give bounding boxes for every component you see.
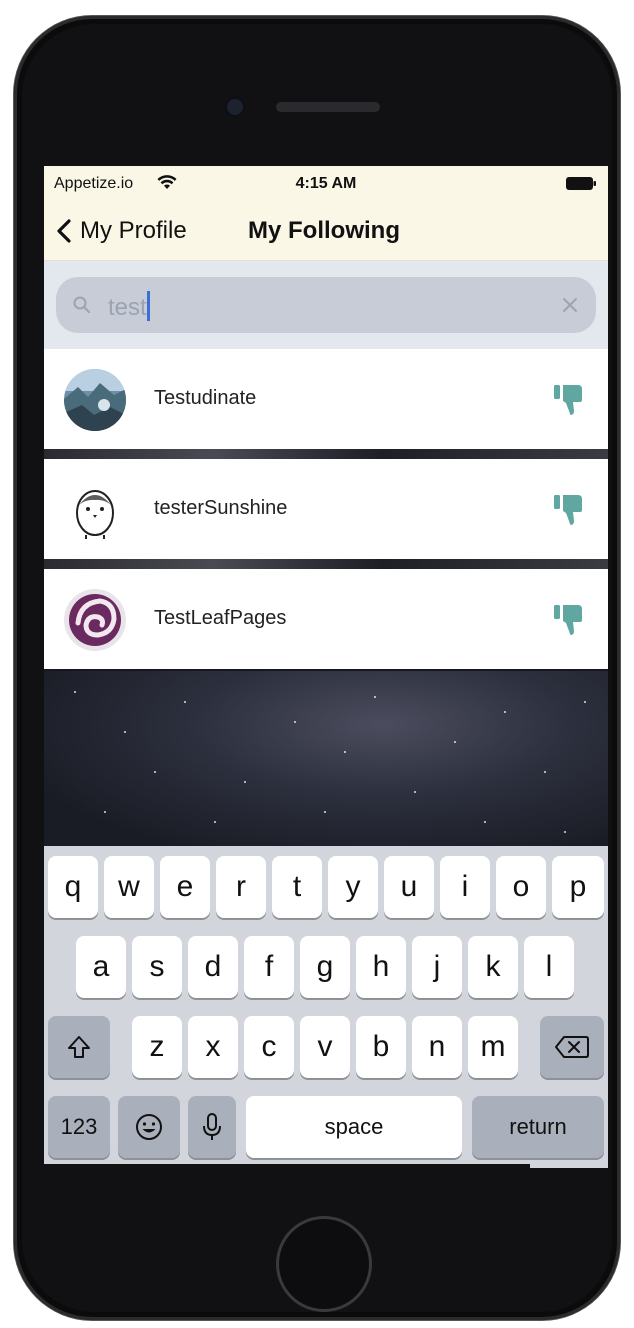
smiley-icon bbox=[136, 1114, 162, 1140]
star bbox=[414, 791, 416, 793]
backspace-key[interactable] bbox=[540, 1016, 604, 1078]
key-t[interactable]: t bbox=[272, 856, 322, 918]
key-r[interactable]: r bbox=[216, 856, 266, 918]
key-h[interactable]: h bbox=[356, 936, 406, 998]
row-divider bbox=[44, 449, 608, 459]
star bbox=[484, 821, 486, 823]
key-a[interactable]: a bbox=[76, 936, 126, 998]
search-query-text: test bbox=[108, 294, 147, 321]
key-j[interactable]: j bbox=[412, 936, 462, 998]
star bbox=[154, 771, 156, 773]
avatar bbox=[64, 369, 126, 431]
thumbs-down-icon[interactable] bbox=[552, 493, 586, 527]
key-d[interactable]: d bbox=[188, 936, 238, 998]
key-s[interactable]: s bbox=[132, 936, 182, 998]
star bbox=[214, 821, 216, 823]
page-title: My Following bbox=[248, 217, 400, 244]
clear-search-icon[interactable] bbox=[560, 295, 580, 315]
star bbox=[504, 711, 506, 713]
key-q[interactable]: q bbox=[48, 856, 98, 918]
star bbox=[344, 751, 346, 753]
battery-icon bbox=[566, 177, 596, 190]
back-button[interactable]: My Profile bbox=[56, 216, 187, 246]
key-f[interactable]: f bbox=[244, 936, 294, 998]
key-e[interactable]: e bbox=[160, 856, 210, 918]
search-input-value: test bbox=[108, 291, 150, 322]
search-input[interactable]: test bbox=[56, 277, 596, 333]
key-m[interactable]: m bbox=[468, 1016, 518, 1078]
star bbox=[124, 731, 126, 733]
key-u[interactable]: u bbox=[384, 856, 434, 918]
key-b[interactable]: b bbox=[356, 1016, 406, 1078]
delete-backward-icon bbox=[555, 1036, 589, 1058]
status-bar: Appetize.io 4:15 AM bbox=[44, 166, 608, 202]
star bbox=[74, 691, 76, 693]
numbers-key[interactable]: 123 bbox=[48, 1096, 110, 1158]
user-name: Testudinate bbox=[154, 387, 257, 409]
earpiece-speaker bbox=[276, 102, 380, 112]
front-camera bbox=[224, 96, 246, 118]
navigation-bar: My Profile My Following bbox=[44, 202, 608, 261]
key-y[interactable]: y bbox=[328, 856, 378, 918]
home-indicator-strip bbox=[44, 1164, 530, 1168]
status-time: 4:15 AM bbox=[295, 175, 357, 192]
space-key[interactable]: space bbox=[246, 1096, 462, 1158]
key-o[interactable]: o bbox=[496, 856, 546, 918]
list-item[interactable]: Testudinate bbox=[44, 349, 608, 449]
star bbox=[324, 811, 326, 813]
star bbox=[184, 701, 186, 703]
key-k[interactable]: k bbox=[468, 936, 518, 998]
star bbox=[104, 811, 106, 813]
star bbox=[294, 721, 296, 723]
key-n[interactable]: n bbox=[412, 1016, 462, 1078]
key-i[interactable]: i bbox=[440, 856, 490, 918]
on-screen-keyboard: q w e r t y u i o p a s d f g h j k l z … bbox=[44, 846, 608, 1168]
back-button-label: My Profile bbox=[80, 217, 187, 244]
search-bar: test bbox=[44, 261, 608, 349]
star bbox=[244, 781, 246, 783]
shift-key[interactable] bbox=[48, 1016, 110, 1078]
star bbox=[544, 771, 546, 773]
background-starfield bbox=[44, 671, 608, 851]
star bbox=[584, 701, 586, 703]
return-key[interactable]: return bbox=[472, 1096, 604, 1158]
home-button[interactable] bbox=[276, 1216, 372, 1312]
row-divider bbox=[44, 559, 608, 569]
star bbox=[374, 696, 376, 698]
user-name: testerSunshine bbox=[154, 497, 288, 519]
thumbs-down-icon[interactable] bbox=[552, 603, 586, 637]
text-cursor bbox=[146, 291, 150, 321]
star bbox=[564, 831, 566, 833]
key-p[interactable]: p bbox=[552, 856, 604, 918]
list-item[interactable]: TestLeafPages bbox=[44, 569, 608, 669]
dictation-key[interactable] bbox=[188, 1096, 236, 1158]
thumbs-down-icon[interactable] bbox=[552, 383, 586, 417]
microphone-icon bbox=[203, 1113, 221, 1140]
key-c[interactable]: c bbox=[244, 1016, 294, 1078]
avatar bbox=[64, 589, 126, 651]
app-screen: Appetize.io 4:15 AM My Profile My Follow… bbox=[44, 166, 608, 1168]
key-x[interactable]: x bbox=[188, 1016, 238, 1078]
key-g[interactable]: g bbox=[300, 936, 350, 998]
shift-arrow-icon bbox=[68, 1036, 90, 1058]
chevron-left-icon bbox=[57, 219, 71, 243]
star bbox=[454, 741, 456, 743]
avatar bbox=[64, 479, 126, 541]
key-z[interactable]: z bbox=[132, 1016, 182, 1078]
search-icon bbox=[73, 296, 91, 314]
emoji-key[interactable] bbox=[118, 1096, 180, 1158]
key-w[interactable]: w bbox=[104, 856, 154, 918]
user-name: TestLeafPages bbox=[154, 607, 287, 629]
key-v[interactable]: v bbox=[300, 1016, 350, 1078]
key-l[interactable]: l bbox=[524, 936, 574, 998]
list-item[interactable]: testerSunshine bbox=[44, 459, 608, 559]
